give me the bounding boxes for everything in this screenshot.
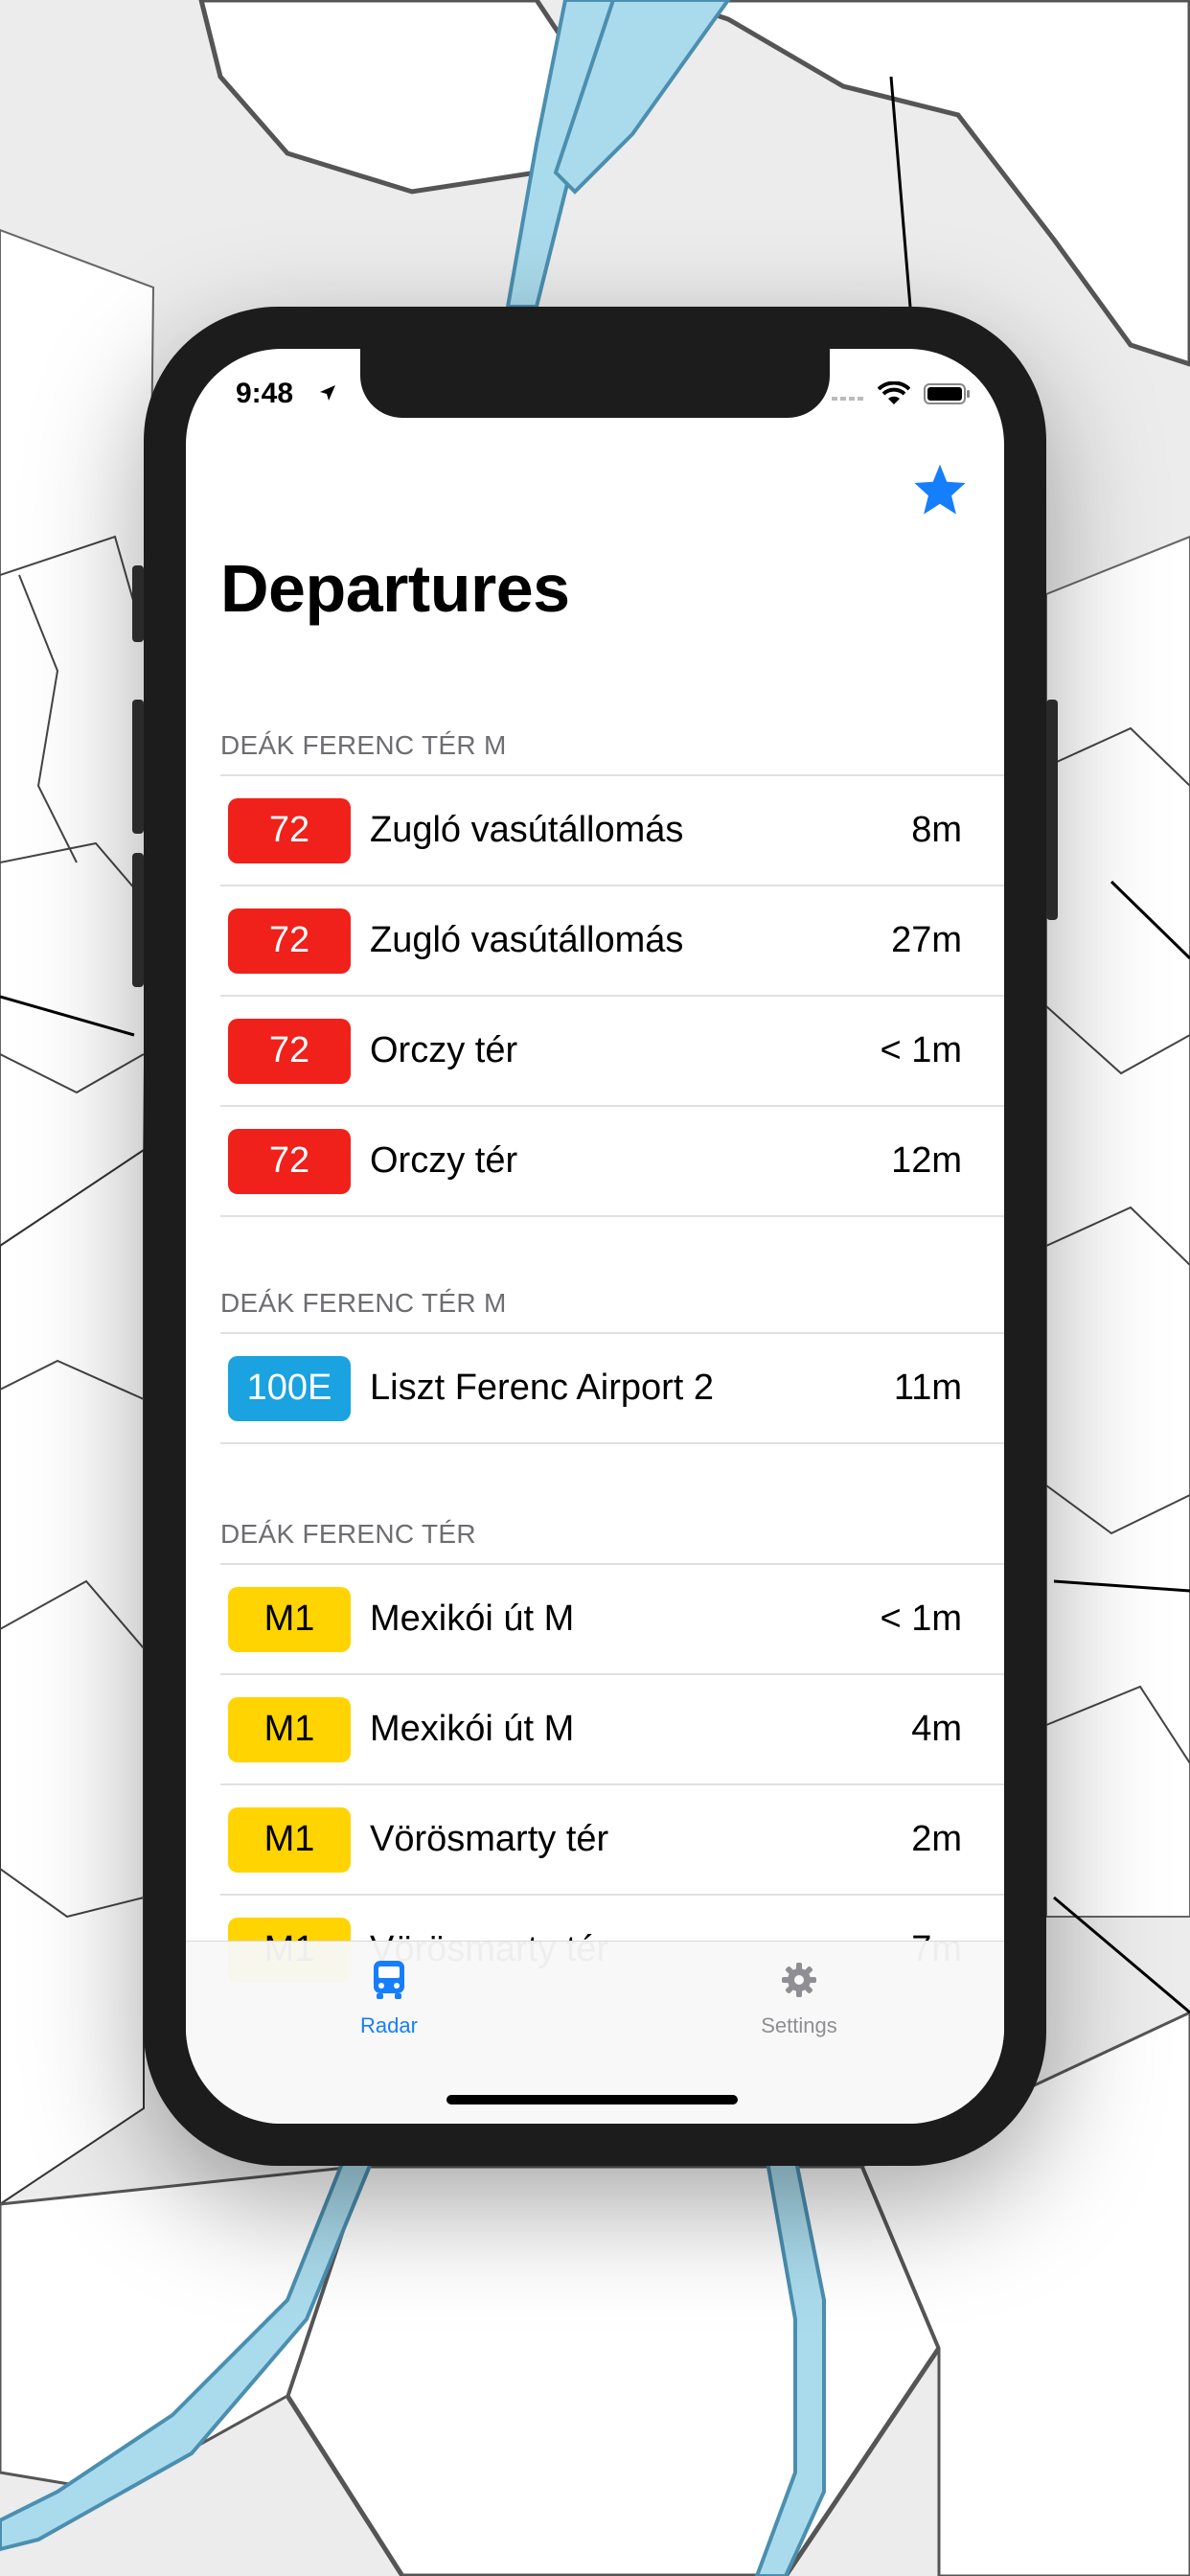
destination-label: Zugló vasútállomás [370,810,684,850]
location-arrow-icon [318,383,337,407]
eta-label: 4m [911,1709,962,1749]
departure-list: M1 Mexikói út M < 1m M1 Mexikói út M 4m … [186,1563,1004,2004]
destination-label: Mexikói út M [370,1709,575,1749]
phone-screen: 9:48 Departures DEÁK FERENC TÉR M 72 Zug… [186,349,1004,2124]
page-title: Departures [220,551,570,626]
tab-radar[interactable]: Radar [293,1959,485,2038]
gear-icon [782,1963,816,1997]
eta-label: 8m [911,810,962,850]
departure-list: 72 Zugló vasútállomás 8m 72 Zugló vasútá… [186,774,1004,1217]
status-time: 9:48 [236,378,294,409]
departure-list: 100E Liszt Ferenc Airport 2 11m [186,1332,1004,1444]
eta-label: 11m [893,1368,962,1408]
departure-row[interactable]: M1 Mexikói út M 4m [220,1673,1004,1783]
destination-label: Vörösmarty tér [370,1819,609,1859]
eta-label: < 1m [880,1030,962,1070]
destination-label: Mexikói út M [370,1598,575,1639]
destination-label: Orczy tér [370,1030,518,1070]
tab-bar: Radar Settings [186,1941,1004,2124]
phone-frame: 9:48 Departures DEÁK FERENC TÉR M 72 Zug… [132,307,1058,2166]
destination-label: Liszt Ferenc Airport 2 [370,1368,715,1408]
route-badge: 72 [228,797,351,863]
route-badge: M1 [228,1696,351,1762]
eta-label: 2m [911,1819,962,1859]
cellular-signal-icon [832,387,864,405]
departure-row[interactable]: 72 Orczy tér < 1m [220,995,1004,1105]
departure-row[interactable]: M1 Vörösmarty tér 2m [220,1783,1004,1894]
tab-settings[interactable]: Settings [703,1959,895,2038]
destination-label: Orczy tér [370,1140,518,1181]
route-badge: 100E [228,1355,351,1421]
volume-up-button [132,700,144,834]
tab-label: Radar [360,2013,418,2037]
home-indicator [446,2095,738,2104]
section-header: DEÁK FERENC TÉR M [220,730,507,760]
tab-label: Settings [761,2013,837,2037]
route-badge: 72 [228,908,351,974]
notch [360,349,830,418]
eta-label: 27m [891,920,962,960]
departure-row[interactable]: 72 Zugló vasútállomás 8m [220,774,1004,885]
power-button [1046,700,1058,920]
favorites-star-button[interactable] [912,462,968,520]
departure-row[interactable]: 72 Zugló vasútállomás 27m [220,885,1004,995]
section-header: DEÁK FERENC TÉR M [220,1288,507,1318]
mute-switch [132,565,144,642]
route-badge: M1 [228,1806,351,1873]
section-header: DEÁK FERENC TÉR [220,1519,476,1549]
battery-icon [924,382,972,410]
destination-label: Zugló vasútállomás [370,920,684,960]
star-icon [914,464,966,515]
departure-row[interactable]: 72 Orczy tér 12m [220,1105,1004,1217]
departure-row[interactable]: 100E Liszt Ferenc Airport 2 11m [220,1332,1004,1444]
bus-icon [374,1961,404,1999]
wifi-icon [877,380,911,411]
route-badge: 72 [228,1128,351,1194]
route-badge: 72 [228,1018,351,1084]
departure-row[interactable]: M1 Mexikói út M < 1m [220,1563,1004,1673]
volume-down-button [132,853,144,987]
route-badge: M1 [228,1586,351,1652]
eta-label: < 1m [880,1598,962,1639]
eta-label: 12m [891,1140,962,1181]
